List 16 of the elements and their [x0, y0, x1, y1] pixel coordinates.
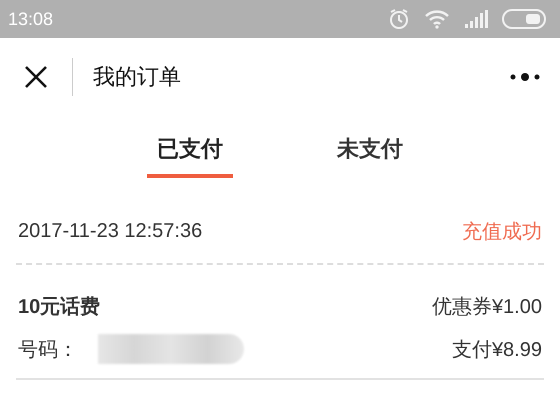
paid-amount: 支付¥8.99 [452, 338, 542, 362]
alarm-icon [388, 8, 410, 30]
order-tab[interactable]: 未支付 [327, 126, 413, 178]
more-icon[interactable] [510, 72, 542, 82]
close-icon[interactable] [24, 65, 48, 89]
product-name: 10元话费 [18, 295, 100, 320]
coupon-amount: 优惠券¥1.00 [432, 295, 542, 320]
page-title: 我的订单 [93, 64, 182, 92]
number-label: 号码： [18, 338, 78, 362]
order-status: 充值成功 [462, 220, 542, 245]
order-datetime: 2017-11-23 12:57:36 [18, 220, 202, 243]
wifi-icon [424, 9, 450, 29]
signal-icon [464, 10, 488, 28]
status-time: 13:08 [8, 8, 54, 30]
order-tab[interactable]: 已支付 [147, 126, 233, 178]
battery-icon [502, 9, 546, 29]
